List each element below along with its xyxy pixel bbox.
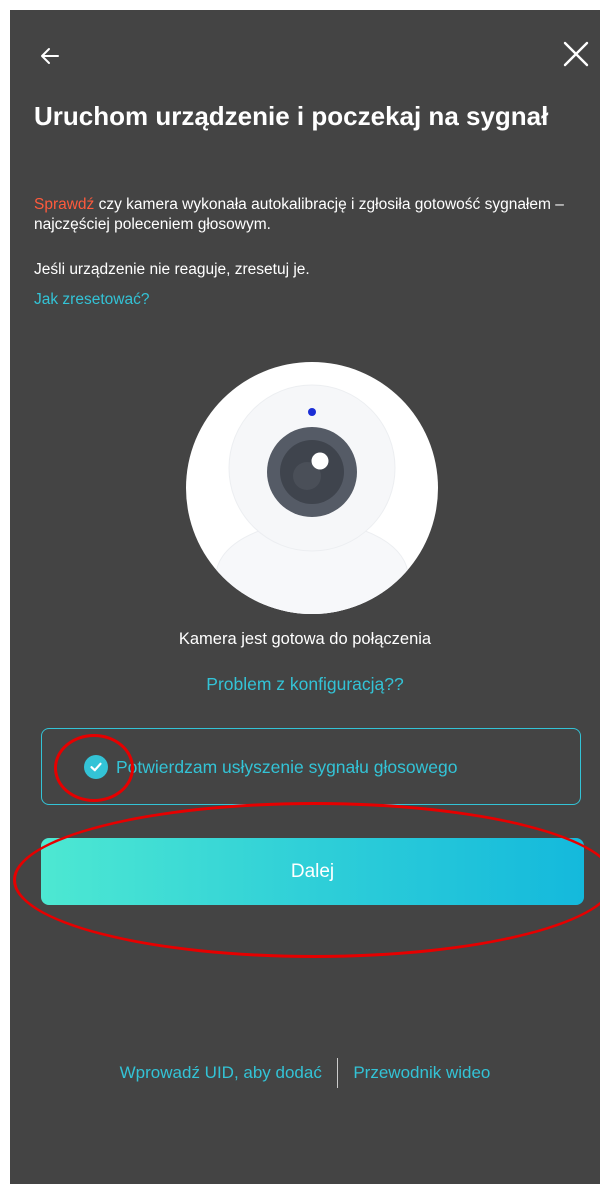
arrow-left-icon <box>41 48 59 64</box>
camera-illustration <box>186 362 438 614</box>
footer-divider <box>336 1058 339 1088</box>
instruction-body: czy kamera wykonała autokalibrację i zgł… <box>34 196 564 233</box>
confirm-signal-label: Potwierdzam usłyszenie sygnału głosowego <box>116 756 458 777</box>
instruction-text: Sprawdź czy kamera wykonała autokalibrac… <box>34 195 574 235</box>
check-icon[interactable] <box>84 754 108 779</box>
camera-ready-status: Kamera jest gotowa do połączenia <box>178 630 432 648</box>
webcam-icon <box>186 362 438 614</box>
reset-note: Jeśli urządzenie nie reaguje, zresetuj j… <box>34 261 310 278</box>
back-button[interactable] <box>32 38 68 74</box>
check-accent-text: Sprawdź <box>34 196 95 213</box>
screen: Uruchom urządzenie i poczekaj na sygnał … <box>10 10 600 1184</box>
next-button[interactable]: Dalej <box>41 838 584 905</box>
footer-links: Wprowadź UID, aby dodać Przewodnik wideo <box>10 1058 600 1088</box>
enter-uid-link[interactable]: Wprowadź UID, aby dodać <box>120 1061 322 1085</box>
video-guide-link[interactable]: Przewodnik wideo <box>353 1061 490 1085</box>
page-title: Uruchom urządzenie i poczekaj na sygnał <box>34 101 549 131</box>
close-button[interactable] <box>556 34 596 74</box>
setup-problem-link[interactable]: Problem z konfiguracją?? <box>10 672 600 696</box>
confirm-signal-checkbox[interactable]: Potwierdzam usłyszenie sygnału głosowego <box>41 728 581 805</box>
how-to-reset-link[interactable]: Jak zresetować? <box>34 290 149 310</box>
close-icon <box>563 41 589 67</box>
